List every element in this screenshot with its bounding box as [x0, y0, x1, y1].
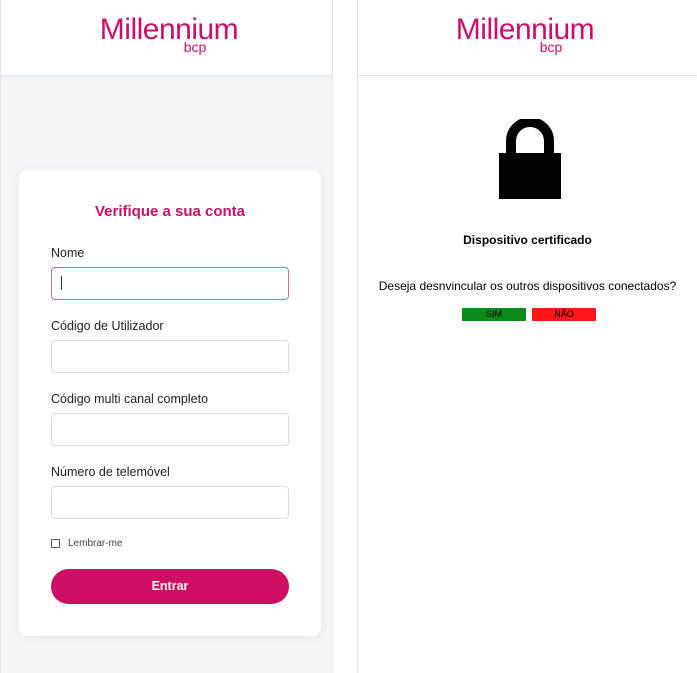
multichannel-code-input[interactable]: [51, 413, 289, 446]
header: Millennium bcp: [1, 0, 332, 76]
certified-title: Dispositivo certificado: [463, 233, 592, 247]
user-code-label: Código de Utilizador: [51, 319, 164, 333]
text-caret: [61, 276, 62, 290]
multichannel-code-label: Código multi canal completo: [51, 392, 209, 406]
no-button[interactable]: NÃO: [532, 308, 596, 321]
remember-label: Lembrar-me: [68, 538, 123, 549]
lock-icon: [499, 119, 561, 199]
login-panel: Millennium bcp Verifique a sua conta Nom…: [0, 0, 333, 673]
name-input[interactable]: [51, 267, 289, 300]
yes-button[interactable]: SIM: [462, 308, 526, 321]
name-label: Nome: [51, 246, 85, 260]
remember-checkbox[interactable]: [51, 539, 60, 548]
card-title: Verifique a sua conta: [94, 203, 246, 220]
phone-label: Número de telemóvel: [51, 465, 170, 479]
remember-me[interactable]: Lembrar-me: [51, 538, 122, 549]
verification-card: Verifique a sua conta Nome Código de Uti…: [19, 170, 321, 636]
logo-brand: Millennium: [455, 13, 595, 46]
phone-input[interactable]: [51, 486, 289, 519]
unlink-question: Deseja desnvincular os outros dispositiv…: [378, 279, 677, 293]
device-certified-panel: Millennium bcp Dispositivo certificado D…: [357, 0, 697, 673]
logo-brand: Millennium: [99, 13, 239, 46]
header: Millennium bcp: [358, 0, 697, 76]
submit-button[interactable]: Entrar: [51, 569, 289, 604]
user-code-input[interactable]: [51, 340, 289, 373]
millennium-bcp-logo: Millennium bcp: [99, 13, 239, 55]
millennium-bcp-logo: Millennium bcp: [455, 13, 595, 55]
